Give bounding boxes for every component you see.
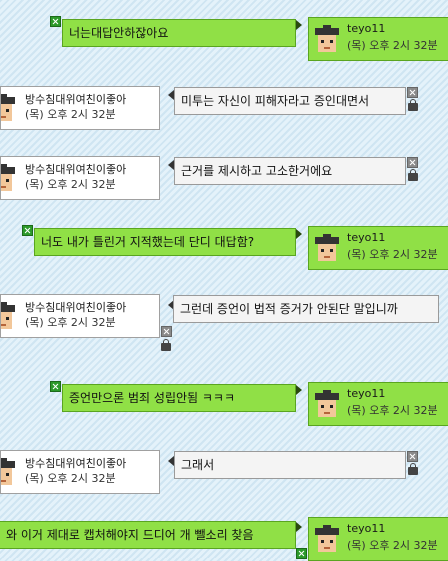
sender-nickname: 방수침대위여친이좋아 xyxy=(25,163,127,176)
close-icon[interactable] xyxy=(407,157,418,168)
close-icon[interactable] xyxy=(161,326,172,337)
sender-card: 방수침대위여친이좋아 (목) 오후 2시 32분 xyxy=(0,450,160,494)
avatar xyxy=(1,302,15,329)
message-text: 너도 내가 틀린거 지적했는데 단디 대답함? xyxy=(41,235,255,249)
close-icon[interactable] xyxy=(50,16,61,27)
sender-nickname: 방수침대위여친이좋아 xyxy=(25,301,127,314)
lock-icon xyxy=(161,339,171,351)
message-text: 증언만으론 범죄 성립안됨 ㅋㅋㅋ xyxy=(69,391,236,405)
avatar xyxy=(315,234,339,261)
sender-nickname: teyo11 xyxy=(347,22,386,35)
close-icon[interactable] xyxy=(22,225,33,236)
timestamp: (목) 오후 2시 32분 xyxy=(25,472,116,485)
sender-nickname: teyo11 xyxy=(347,387,386,400)
avatar xyxy=(315,390,339,417)
chat-bubble-sent: 증언만으론 범죄 성립안됨 ㅋㅋㅋ xyxy=(62,384,296,412)
message-text: 와 이거 제대로 캡처해야지 드디어 개 뺄소리 찾음 xyxy=(6,528,254,542)
message-text: 너는대답안하잖아요 xyxy=(69,26,169,40)
timestamp: (목) 오후 2시 32분 xyxy=(347,248,438,261)
bubble-arrow-icon xyxy=(296,20,302,30)
avatar xyxy=(1,94,15,121)
sender-card: 방수침대위여친이좋아 (목) 오후 2시 32분 xyxy=(0,86,160,130)
sender-card: teyo11 (목) 오후 2시 32분 xyxy=(308,517,448,561)
avatar xyxy=(315,525,339,552)
close-icon[interactable] xyxy=(407,87,418,98)
timestamp: (목) 오후 2시 32분 xyxy=(25,178,116,191)
chat-bubble-received: 그래서 xyxy=(174,451,406,479)
close-icon[interactable] xyxy=(50,381,61,392)
bubble-arrow-icon xyxy=(296,229,302,239)
avatar xyxy=(1,164,15,191)
sender-card: teyo11 (목) 오후 2시 32분 xyxy=(308,226,448,270)
timestamp: (목) 오후 2시 32분 xyxy=(25,108,116,121)
chat-bubble-sent: 너는대답안하잖아요 xyxy=(62,19,296,47)
bubble-arrow-icon xyxy=(296,385,302,395)
message-text: 미투는 자신이 피해자라고 증인대면서 xyxy=(181,94,370,108)
sender-nickname: 방수침대위여친이좋아 xyxy=(25,457,127,470)
avatar xyxy=(315,25,339,52)
bubble-arrow-icon xyxy=(296,522,302,532)
timestamp: (목) 오후 2시 32분 xyxy=(25,316,116,329)
close-icon[interactable] xyxy=(296,548,307,559)
message-text: 그런데 증언이 법적 증거가 안된단 말입니까 xyxy=(180,302,398,316)
sender-card: teyo11 (목) 오후 2시 32분 xyxy=(308,17,448,61)
sender-nickname: teyo11 xyxy=(347,231,386,244)
message-text: 그래서 xyxy=(181,458,215,472)
chat-bubble-sent: 너도 내가 틀린거 지적했는데 단디 대답함? xyxy=(34,228,296,256)
message-text: 근거를 제시하고 고소한거에요 xyxy=(181,164,333,178)
lock-icon xyxy=(408,463,418,475)
sender-nickname: 방수침대위여친이좋아 xyxy=(25,93,127,106)
sender-nickname: teyo11 xyxy=(347,522,386,535)
sender-card: 방수침대위여친이좋아 (목) 오후 2시 32분 xyxy=(0,156,160,200)
lock-icon xyxy=(408,99,418,111)
timestamp: (목) 오후 2시 32분 xyxy=(347,539,438,552)
chat-bubble-received: 근거를 제시하고 고소한거에요 xyxy=(174,157,406,185)
lock-icon xyxy=(408,169,418,181)
avatar xyxy=(1,458,15,485)
chat-bubble-sent: 와 이거 제대로 캡처해야지 드디어 개 뺄소리 찾음 xyxy=(0,521,296,549)
chat-bubble-received: 그런데 증언이 법적 증거가 안된단 말입니까 xyxy=(173,295,439,323)
sender-card: teyo11 (목) 오후 2시 32분 xyxy=(308,382,448,426)
timestamp: (목) 오후 2시 32분 xyxy=(347,404,438,417)
timestamp: (목) 오후 2시 32분 xyxy=(347,39,438,52)
sender-card: 방수침대위여친이좋아 (목) 오후 2시 32분 xyxy=(0,294,160,338)
chat-bubble-received: 미투는 자신이 피해자라고 증인대면서 xyxy=(174,87,406,115)
close-icon[interactable] xyxy=(407,451,418,462)
